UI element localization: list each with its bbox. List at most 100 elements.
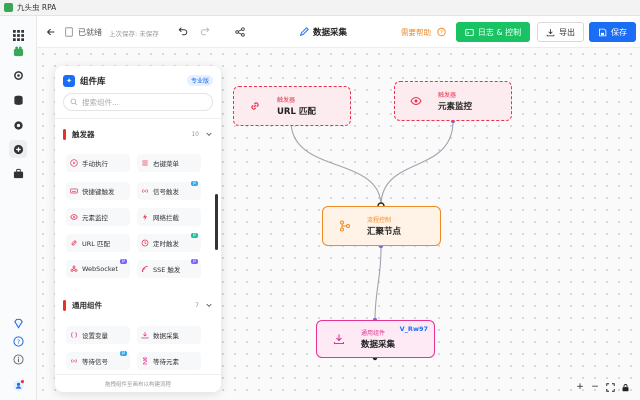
component-websocket[interactable]: WebSocket β: [66, 259, 130, 278]
node-url-match[interactable]: 触发器 URL 匹配: [233, 86, 351, 126]
help-circle-icon[interactable]: ?: [437, 27, 446, 36]
signal-icon: [142, 189, 148, 193]
component-search-input[interactable]: 搜索组件...: [63, 93, 213, 111]
save-button[interactable]: 保存: [589, 22, 636, 42]
node-data-collect[interactable]: 通用组件 数据采集 V_Rw97: [316, 320, 435, 358]
lock-icon[interactable]: [620, 382, 630, 392]
left-sidebar: ?: [0, 16, 37, 400]
settings-cog-icon[interactable]: [9, 66, 27, 84]
chevron-down-icon[interactable]: [205, 130, 213, 138]
component-set-variable[interactable]: 设置变量: [66, 326, 130, 344]
edit-pencil-icon[interactable]: [299, 27, 309, 37]
component-network-intercept[interactable]: 网络拦截: [137, 208, 201, 226]
eye-icon: [70, 214, 78, 220]
component-label: 设置变量: [82, 332, 108, 340]
beta-tag: β: [191, 259, 198, 264]
component-sse-trigger[interactable]: SSE 触发 β: [137, 259, 201, 278]
zoom-in-icon[interactable]: +: [575, 382, 585, 392]
node-tag: 触发器: [277, 97, 296, 104]
component-label: 定时触发: [153, 240, 179, 248]
component-manual-run[interactable]: 手动执行: [66, 154, 130, 172]
node-tag: 通用组件: [361, 330, 386, 337]
component-wait-signal[interactable]: 等待信号 β: [66, 351, 130, 370]
menu-icon: [142, 160, 148, 166]
section-title: 触发器: [72, 129, 95, 139]
component-hotkey[interactable]: 快捷键触发: [66, 182, 130, 200]
node-merge[interactable]: 流程控制 汇聚节点: [322, 206, 441, 246]
back-arrow-icon[interactable]: [45, 26, 57, 38]
window-titlebar: 九头虫 RPA: [0, 0, 640, 16]
info-icon[interactable]: [9, 350, 27, 368]
component-label: 网络拦截: [153, 214, 179, 222]
pro-badge: 专业版: [186, 75, 213, 86]
variable-icon: [71, 332, 77, 338]
node-title: 元素监控: [438, 102, 473, 112]
top-toolbar: 已就绪 上次保存: 未保存 数据采集 需要帮助 ? 日志 & 控制 导出 保存: [37, 16, 640, 48]
panel-footer: 拖拽组件至画布以构建流程: [55, 374, 221, 392]
logs-control-button[interactable]: 日志 & 控制: [456, 22, 530, 42]
zoom-controls: + −: [575, 382, 630, 392]
add-circle-icon[interactable]: [9, 140, 27, 158]
node-element-watch[interactable]: 触发器 元素监控: [394, 81, 512, 121]
section-accent: [63, 299, 66, 311]
component-signal-trigger[interactable]: 信号触发 β: [137, 181, 201, 200]
component-element-watch[interactable]: 元素监控: [66, 208, 130, 226]
gear-icon[interactable]: [9, 116, 27, 134]
share-icon[interactable]: [234, 26, 246, 38]
section-count: 7: [195, 301, 199, 309]
beta-tag: β: [191, 233, 198, 238]
zoom-out-icon[interactable]: −: [590, 382, 600, 392]
user-avatar-icon[interactable]: [9, 376, 27, 394]
component-library-panel: ✦ 组件库 专业版 搜索组件... 触发器 10 手动执行 右键菜单 快捷键触发…: [55, 66, 221, 392]
export-button[interactable]: 导出: [537, 22, 584, 42]
component-wait-element[interactable]: 等待元素: [137, 352, 201, 370]
briefcase-icon[interactable]: [9, 164, 27, 182]
component-timer-trigger[interactable]: 定时触发 β: [137, 233, 201, 252]
logs-control-label: 日志 & 控制: [477, 27, 522, 37]
database-icon[interactable]: [9, 91, 27, 109]
section-general[interactable]: 通用组件 7: [63, 298, 213, 312]
component-label: SSE 触发: [153, 266, 181, 274]
section-triggers[interactable]: 触发器 10: [63, 127, 213, 141]
component-label: 快捷键触发: [82, 188, 115, 196]
help-link[interactable]: 需要帮助: [401, 27, 431, 38]
component-label: WebSocket: [82, 265, 118, 273]
fit-view-icon[interactable]: [605, 382, 615, 392]
section-accent: [63, 128, 66, 140]
flow-name[interactable]: 数据采集: [313, 26, 347, 38]
undo-icon[interactable]: [177, 25, 189, 37]
keyboard-icon: [70, 188, 78, 194]
panel-logo-icon: ✦: [63, 75, 75, 87]
component-label: 数据采集: [153, 332, 179, 340]
panel-title: 组件库: [80, 77, 106, 87]
status-text: 已就绪: [78, 28, 102, 37]
node-tag: 流程控制: [367, 217, 392, 224]
section-title: 通用组件: [72, 300, 102, 310]
signal-icon: [71, 359, 77, 363]
clock-icon: [141, 239, 149, 247]
chevron-down-icon[interactable]: [205, 301, 213, 309]
component-label: 等待信号: [82, 358, 108, 366]
component-context-menu[interactable]: 右键菜单: [137, 154, 201, 172]
panel-scrollbar[interactable]: [215, 194, 218, 250]
component-data-collect[interactable]: 数据采集: [137, 326, 201, 344]
app-logo-icon: [4, 3, 13, 12]
brand-bug-icon[interactable]: [9, 42, 27, 60]
section-count: 10: [191, 130, 199, 138]
play-icon: [70, 159, 78, 167]
node-title: 数据采集: [361, 340, 396, 350]
node-tag: 触发器: [438, 92, 457, 99]
help-icon[interactable]: ?: [9, 332, 27, 350]
redo-icon[interactable]: [199, 25, 211, 37]
last-saved-text: 上次保存: 未保存: [109, 30, 159, 38]
component-url-match[interactable]: URL 匹配: [66, 234, 130, 252]
beta-tag: β: [191, 181, 198, 186]
download-icon: [333, 333, 345, 345]
component-label: 元素监控: [82, 214, 108, 222]
component-label: 等待元素: [153, 358, 179, 366]
bolt-icon: [143, 213, 147, 221]
diamond-icon[interactable]: [9, 314, 27, 332]
panel-footer-text: 拖拽组件至画布以构建流程: [104, 381, 171, 388]
svg-text:?: ?: [440, 29, 443, 35]
node-title: 汇聚节点: [367, 227, 402, 237]
